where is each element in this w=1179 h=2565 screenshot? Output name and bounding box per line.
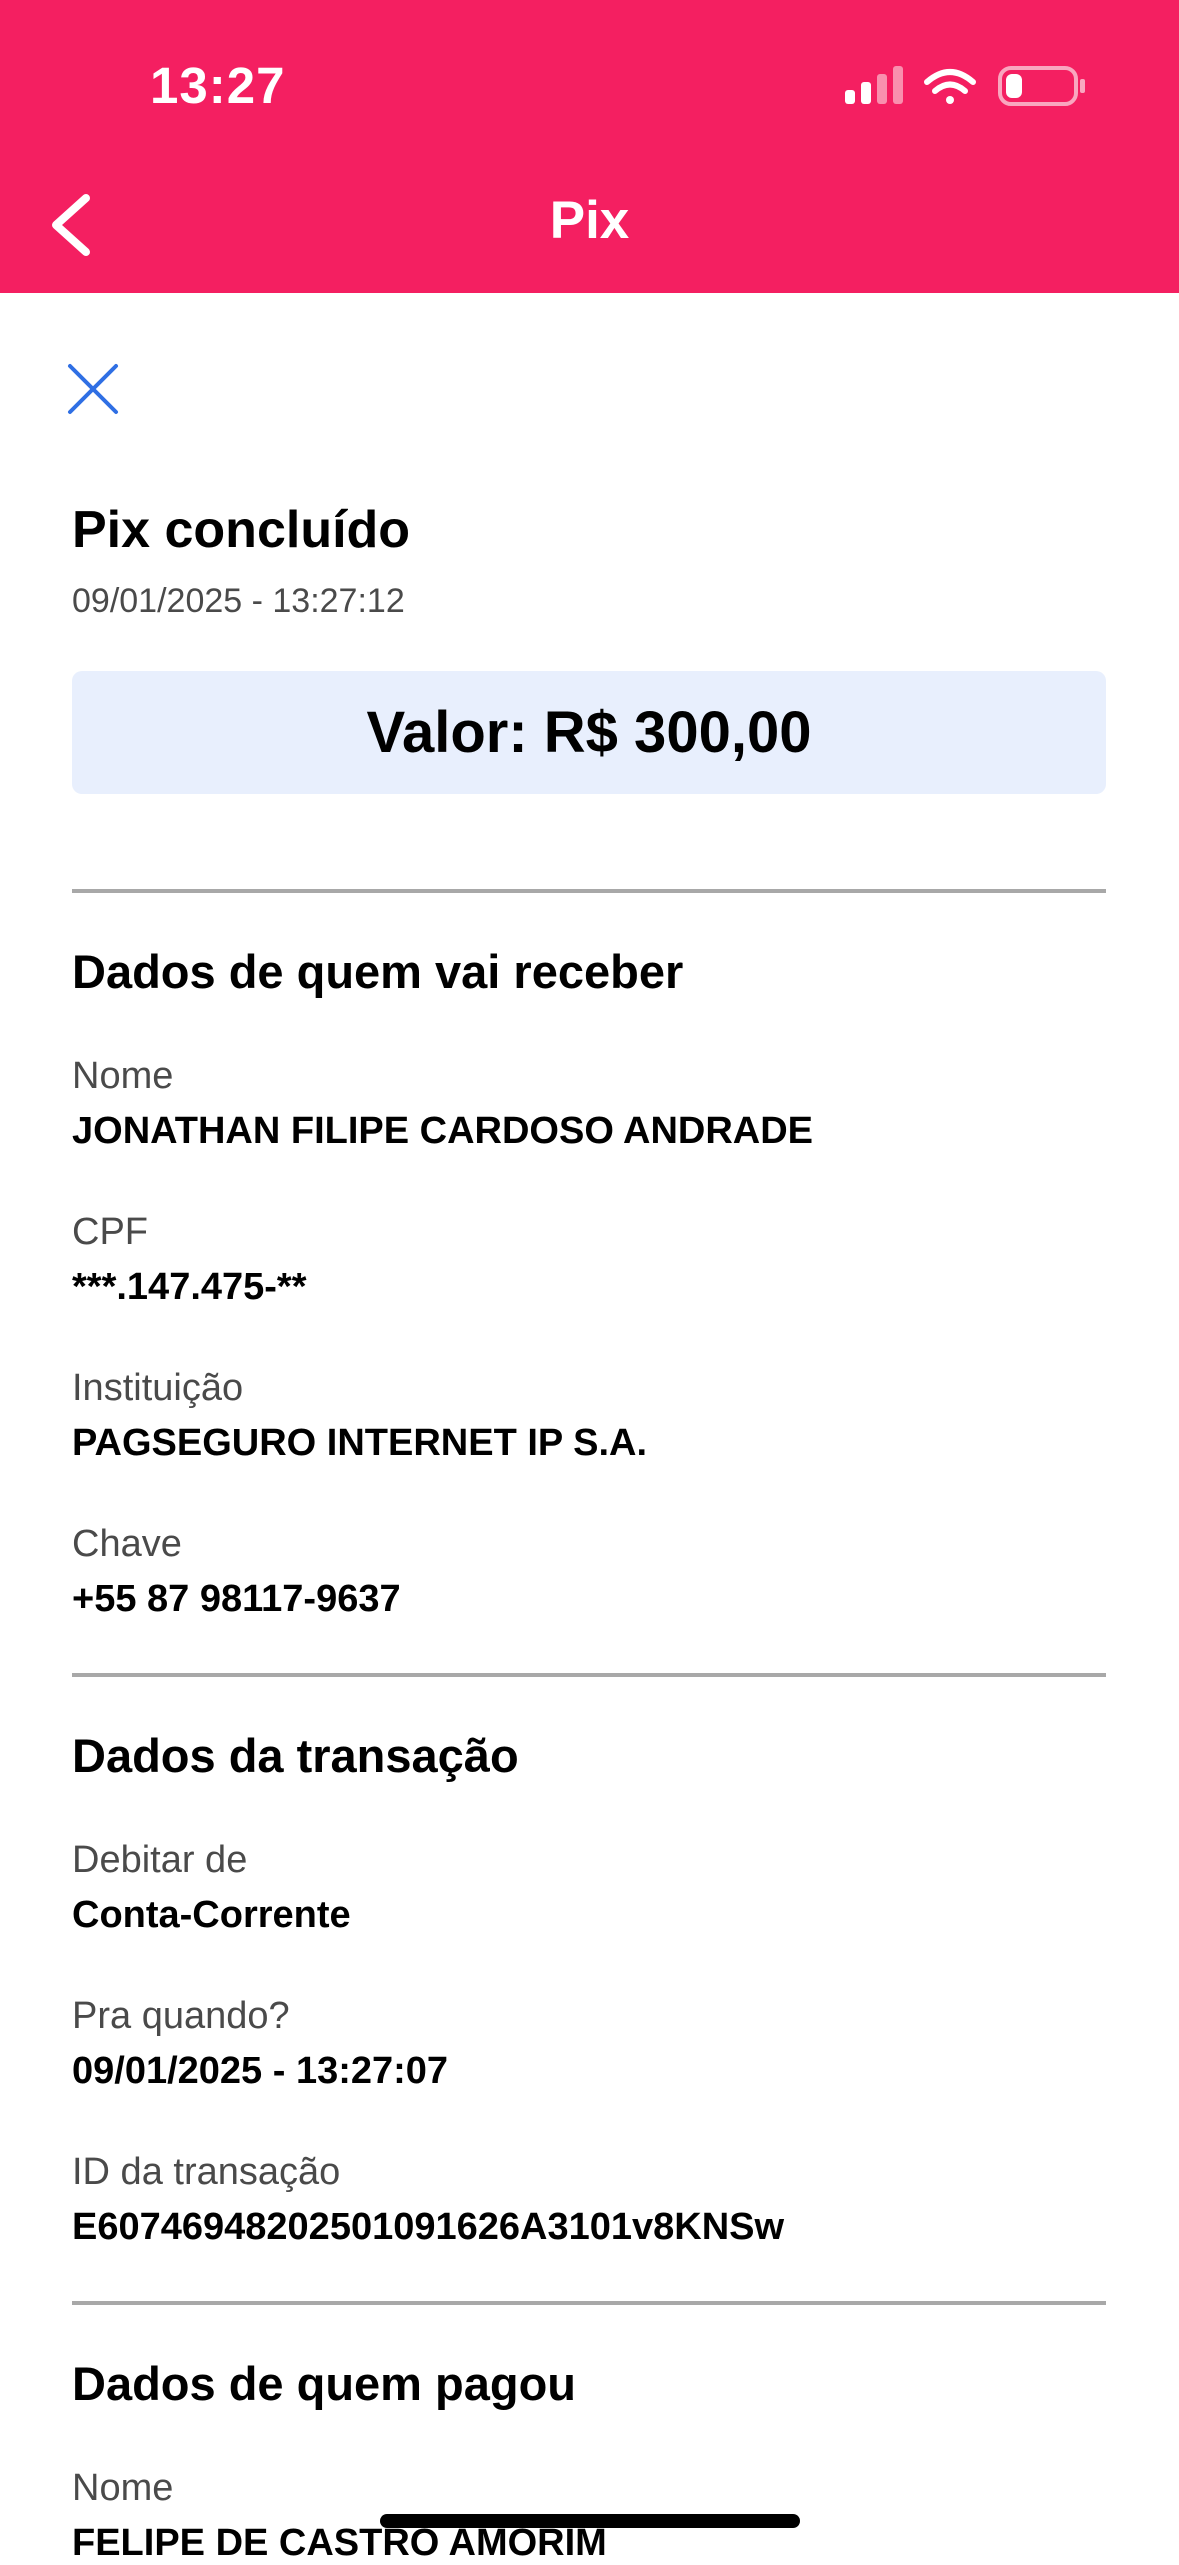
receipt-title: Pix concluído	[72, 501, 411, 559]
app-header: 13:27 Pix	[0, 0, 1179, 293]
page-title: Pix	[549, 191, 630, 250]
section-divider	[72, 889, 1106, 893]
battery-icon	[998, 66, 1085, 106]
recipient-name-value: JONATHAN FILIPE CARDOSO ANDRADE	[72, 1110, 814, 1152]
section-divider	[72, 1673, 1106, 1677]
payer-name-value: FELIPE DE CASTRO AMORIM	[72, 2522, 607, 2564]
recipient-institution-value: PAGSEGURO INTERNET IP S.A.	[72, 1422, 648, 1464]
recipient-cpf-value: ***.147.475-**	[72, 1266, 307, 1308]
debit-from-value: Conta-Corrente	[72, 1894, 351, 1936]
close-icon[interactable]	[66, 362, 120, 416]
scheduled-date-label: Pra quando?	[72, 1995, 290, 2037]
recipient-heading: Dados de quem vai receber	[72, 945, 684, 998]
transaction-id-value: E60746948202501091626A3101v8KNSw	[72, 2206, 785, 2248]
cellular-signal-icon	[845, 66, 903, 104]
amount-value: Valor: R$ 300,00	[366, 700, 812, 765]
transaction-heading: Dados da transação	[72, 1729, 519, 1782]
recipient-cpf-label: CPF	[72, 1211, 148, 1253]
payer-heading: Dados de quem pagou	[72, 2357, 576, 2410]
recipient-institution-label: Instituição	[72, 1367, 244, 1409]
payer-name-label: Nome	[72, 2467, 174, 2509]
recipient-key-label: Chave	[72, 1523, 182, 1565]
receipt-datetime: 09/01/2025 - 13:27:12	[72, 582, 405, 620]
recipient-name-label: Nome	[72, 1055, 174, 1097]
status-time: 13:27	[150, 57, 286, 114]
scheduled-date-value: 09/01/2025 - 13:27:07	[72, 2050, 449, 2092]
home-indicator	[380, 2514, 800, 2528]
status-icons	[845, 66, 1085, 106]
wifi-icon	[924, 69, 976, 104]
recipient-key-value: +55 87 98117-9637	[72, 1578, 401, 1620]
debit-from-label: Debitar de	[72, 1839, 248, 1881]
amount-box: Valor: R$ 300,00	[72, 671, 1106, 794]
section-divider	[72, 2301, 1106, 2305]
transaction-id-label: ID da transação	[72, 2151, 341, 2193]
